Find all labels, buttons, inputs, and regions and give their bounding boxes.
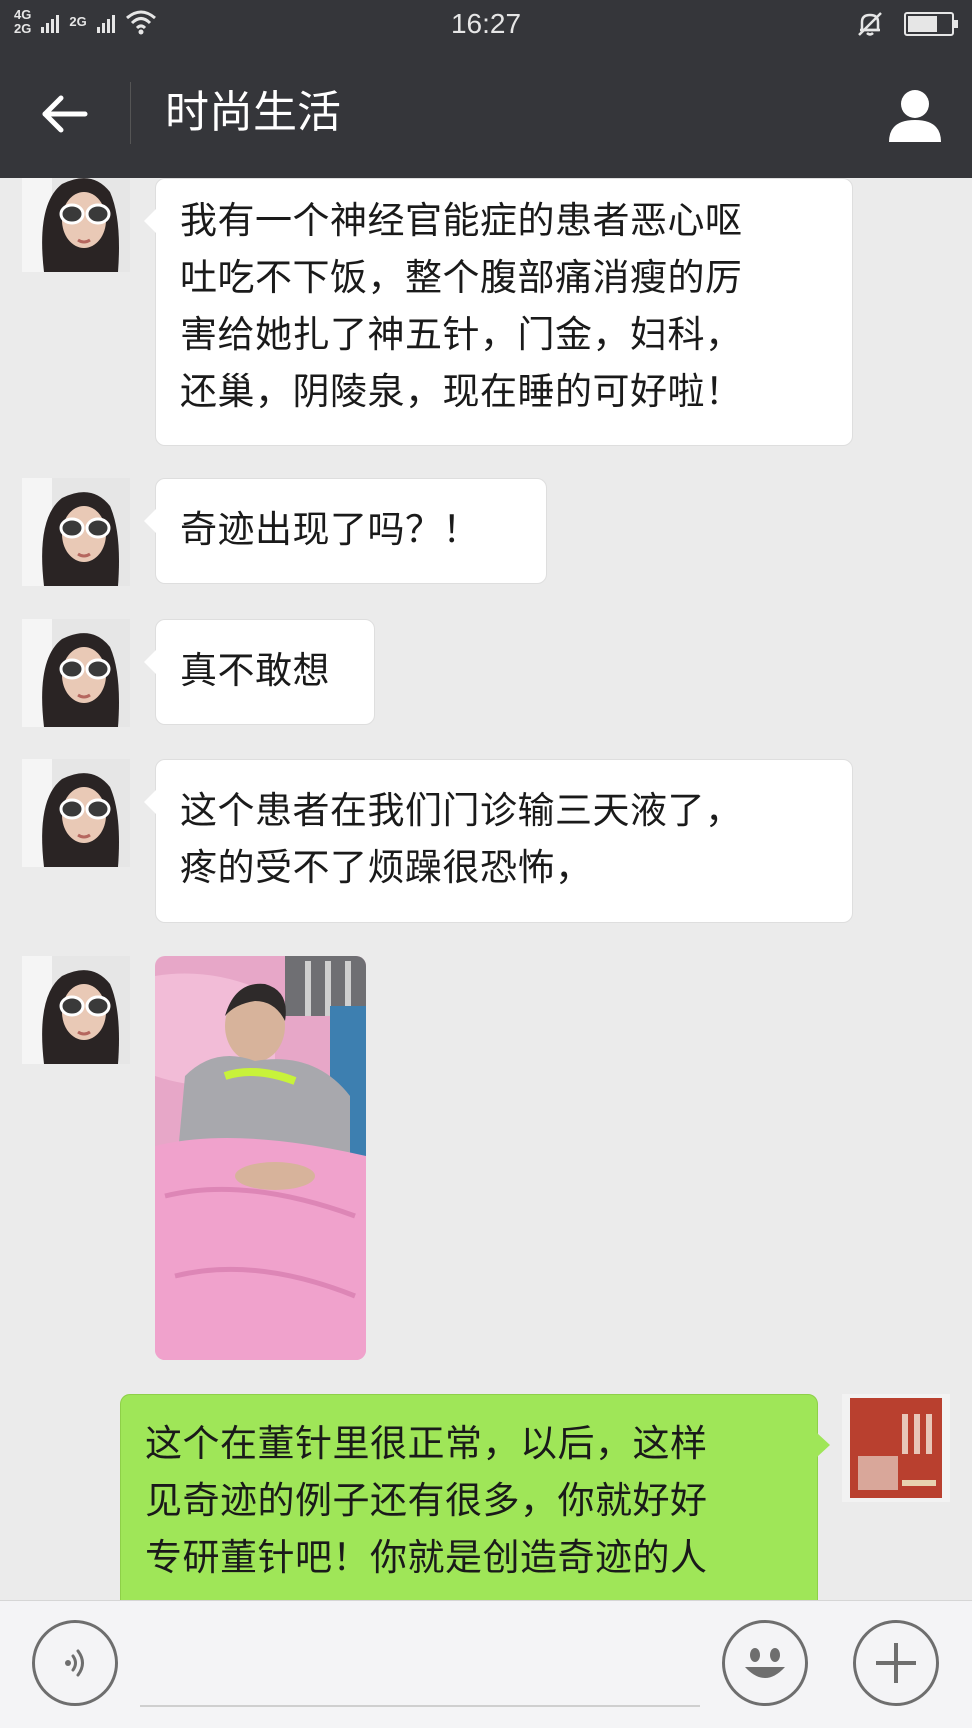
battery-level bbox=[908, 16, 937, 32]
voice-button[interactable] bbox=[32, 1620, 118, 1706]
chat-info-button[interactable] bbox=[884, 84, 946, 146]
sender-avatar[interactable] bbox=[22, 178, 130, 272]
message-list[interactable]: 我有一个神经官能症的患者恶心呕 吐吃不下饭，整个腹部痛消瘦的厉 害给她扎了神五针… bbox=[0, 178, 972, 1600]
back-arrow-icon bbox=[42, 95, 88, 133]
message-1-line-3: 害给她扎了神五针，门金，妇科， bbox=[180, 313, 743, 356]
avatar-photo bbox=[22, 478, 130, 586]
message-bubble-3[interactable]: 真不敢想 bbox=[144, 619, 375, 725]
avatar-photo bbox=[22, 619, 130, 727]
battery-icon bbox=[904, 12, 958, 36]
header-divider bbox=[130, 82, 131, 144]
status-right bbox=[856, 10, 958, 38]
sender-avatar[interactable] bbox=[22, 759, 130, 867]
message-4-line-1: 这个患者在我们门诊输三天液了， bbox=[180, 789, 743, 832]
avatar-photo bbox=[22, 178, 130, 272]
plus-icon bbox=[876, 1643, 916, 1683]
message-bubble-outgoing[interactable]: 这个在董针里很正常，以后，这样 见奇迹的例子还有很多，你就好好 专研董针吧！你就… bbox=[120, 1394, 830, 1600]
message-3-line-1: 真不敢想 bbox=[180, 649, 330, 692]
avatar-photo bbox=[22, 759, 130, 867]
book-cover-avatar bbox=[842, 1394, 950, 1502]
emoji-icon bbox=[745, 1648, 785, 1678]
message-1-line-2: 吐吃不下饭，整个腹部痛消瘦的厉 bbox=[180, 256, 743, 299]
sender-avatar[interactable] bbox=[22, 619, 130, 727]
sender-avatar[interactable] bbox=[22, 478, 130, 586]
chat-title: 时尚生活 bbox=[165, 87, 341, 138]
message-2-line-1: 奇迹出现了吗？！ bbox=[180, 508, 480, 551]
chat-header: 时尚生活 bbox=[0, 48, 972, 178]
my-avatar[interactable] bbox=[842, 1394, 950, 1502]
sender-avatar[interactable] bbox=[22, 956, 130, 1064]
bell-muted-icon bbox=[858, 12, 882, 36]
image-message[interactable] bbox=[155, 956, 366, 1360]
message-1-line-1: 我有一个神经官能症的患者恶心呕 bbox=[180, 199, 743, 242]
voice-icon bbox=[65, 1649, 84, 1677]
message-1-line-4: 还巢，阴陵泉，现在睡的可好啦！ bbox=[180, 370, 743, 413]
person-icon bbox=[889, 90, 941, 142]
message-6-line-2: 见奇迹的例子还有很多，你就好好 bbox=[145, 1479, 708, 1522]
status-bar: 4G 2G 2G 16:27 bbox=[0, 0, 972, 48]
patient-photo bbox=[155, 956, 366, 1360]
back-button[interactable] bbox=[30, 84, 100, 144]
message-6-line-3: 专研董针吧！你就是创造奇迹的人 bbox=[145, 1536, 708, 1579]
more-button[interactable] bbox=[853, 1620, 939, 1706]
message-bubble-4[interactable]: 这个患者在我们门诊输三天液了， 疼的受不了烦躁很恐怖， bbox=[144, 759, 853, 923]
avatar-photo bbox=[22, 956, 130, 1064]
message-input[interactable] bbox=[140, 1705, 700, 1707]
message-bubble-1[interactable]: 我有一个神经官能症的患者恶心呕 吐吃不下饭，整个腹部痛消瘦的厉 害给她扎了神五针… bbox=[144, 178, 853, 446]
message-4-line-2: 疼的受不了烦躁很恐怖， bbox=[180, 846, 593, 889]
input-bar bbox=[0, 1600, 972, 1728]
message-6-line-1: 这个在董针里很正常，以后，这样 bbox=[145, 1422, 708, 1465]
message-bubble-2[interactable]: 奇迹出现了吗？！ bbox=[144, 478, 547, 584]
emoji-button[interactable] bbox=[722, 1620, 808, 1706]
status-time: 16:27 bbox=[450, 8, 522, 39]
